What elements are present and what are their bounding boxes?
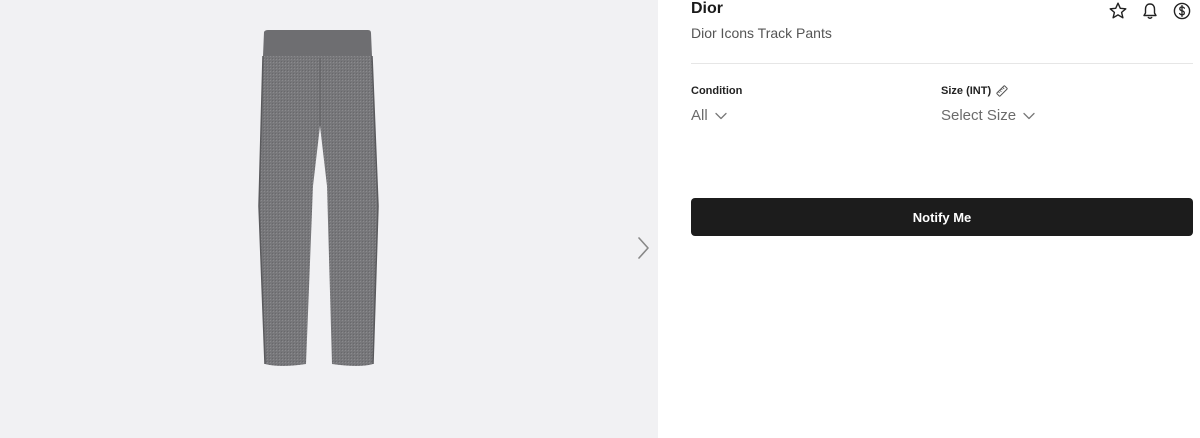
product-actions — [1107, 0, 1193, 22]
product-page: Dior Dior Icons Track Pants Condition Al… — [0, 0, 1200, 438]
condition-label: Condition — [691, 84, 742, 98]
product-image — [258, 30, 379, 366]
product-details: Dior Dior Icons Track Pants Condition Al… — [691, 0, 1193, 438]
sell-button[interactable] — [1171, 0, 1193, 22]
size-label: Size (INT) — [941, 84, 1036, 98]
chevron-down-icon — [1023, 112, 1035, 120]
next-image-arrow[interactable] — [632, 234, 654, 262]
size-label-text: Size (INT) — [941, 85, 992, 97]
size-value: Select Size — [941, 107, 1017, 124]
product-title: Dior Icons Track Pants — [691, 25, 832, 41]
divider — [691, 63, 1193, 64]
bell-icon — [1143, 3, 1157, 19]
size-filter: Size (INT) Select Size — [941, 84, 1036, 125]
price-alert-button[interactable] — [1139, 0, 1161, 22]
chevron-right-icon — [638, 237, 649, 259]
product-gallery — [0, 0, 658, 438]
dollar-icon — [1173, 2, 1191, 20]
size-dropdown[interactable]: Select Size — [941, 107, 1036, 125]
condition-filter: Condition All — [691, 84, 742, 125]
favorite-button[interactable] — [1107, 0, 1129, 22]
ruler-icon[interactable] — [995, 84, 1009, 98]
star-icon — [1109, 2, 1127, 19]
condition-value: All — [691, 107, 708, 124]
condition-label-text: Condition — [691, 85, 743, 97]
condition-dropdown[interactable]: All — [691, 107, 742, 125]
chevron-down-icon — [715, 112, 727, 120]
notify-me-button[interactable]: Notify Me — [691, 198, 1193, 236]
brand-name[interactable]: Dior — [691, 0, 723, 18]
